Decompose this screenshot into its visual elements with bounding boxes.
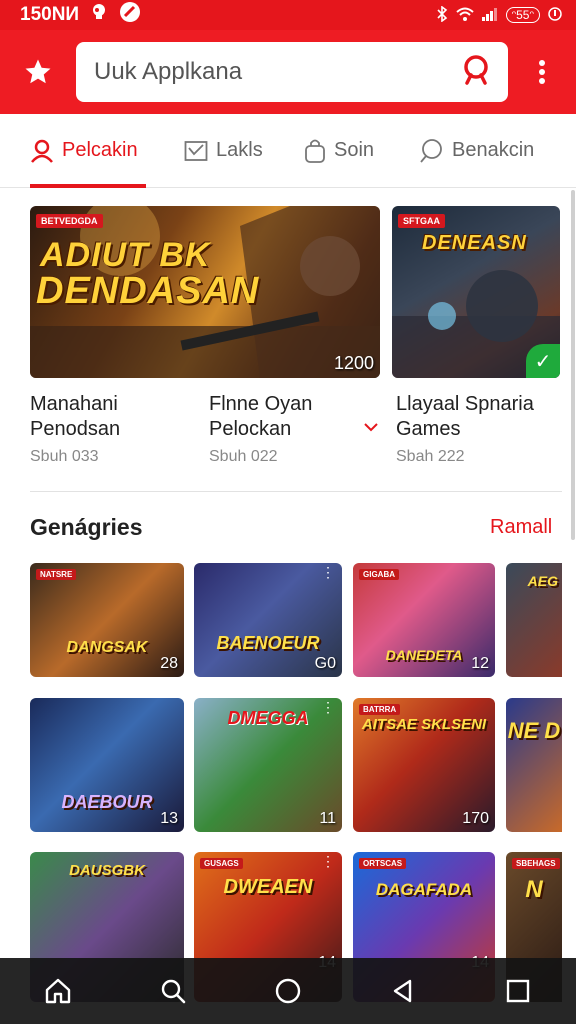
tile-count: 12 — [471, 655, 489, 672]
category-tabs: Pelcakin Lakls Soin Benakcin — [0, 114, 576, 188]
search-icon — [161, 979, 186, 1004]
bag-icon — [305, 139, 325, 163]
square-recents-icon — [507, 979, 530, 1003]
tile-tag: GUSAGS — [200, 858, 243, 869]
tab-soin[interactable]: Soin — [304, 114, 374, 188]
tile-count: 28 — [160, 655, 178, 672]
more-icon[interactable]: ⋮ — [321, 565, 335, 579]
tab-label: Pelcakin — [62, 139, 138, 161]
game-tile[interactable]: AEG — [506, 563, 562, 677]
search-bar[interactable] — [76, 42, 508, 102]
title-line: Llayaal Spnaria — [396, 393, 534, 415]
nav-back-button[interactable] — [373, 961, 433, 1021]
tab-pelcakin[interactable]: Pelcakin — [30, 114, 146, 188]
game-tile[interactable]: NE D — [506, 698, 562, 832]
circle-home-icon — [275, 978, 301, 1004]
tile-tag: GIGABA — [359, 569, 399, 580]
featured-title-2[interactable]: Flnne Oyan Pelockan — [209, 392, 312, 442]
more-icon[interactable]: ⋮ — [321, 854, 335, 868]
featured-count: 1200 — [333, 353, 374, 373]
battery-icon — [548, 6, 562, 25]
nav-recents-button[interactable] — [488, 961, 548, 1021]
favorites-button[interactable] — [0, 30, 76, 114]
tab-label: Lakls — [216, 139, 263, 161]
nav-home-button[interactable] — [28, 961, 88, 1021]
scrollbar[interactable] — [571, 190, 575, 540]
game-tile[interactable]: DAEBOUR 13 — [30, 698, 184, 832]
tile-tag: SBEHAGS — [512, 858, 560, 869]
bottom-navigation — [0, 958, 576, 1024]
chat-icon — [420, 138, 442, 163]
title-line: Pelockan — [209, 418, 292, 440]
tile-logo: DAUSGBK — [69, 862, 145, 879]
status-right-text: ᵔ55ᵔ — [505, 7, 540, 23]
inbox-icon — [184, 140, 208, 161]
wifi-icon — [455, 7, 474, 24]
tile-tag: NATSRE — [36, 569, 77, 580]
featured-card-3[interactable]: SFTGAA DENEASN ✓ — [392, 206, 560, 378]
kebab-menu-icon — [539, 60, 545, 84]
game-tile[interactable]: ⋮ BAENOEUR G0 — [194, 563, 342, 677]
bluetooth-icon — [436, 4, 448, 25]
more-options-button[interactable] — [508, 30, 576, 114]
featured-title-3[interactable]: Llayaal Spnaria Games — [396, 392, 534, 442]
section-divider — [30, 491, 562, 492]
featured-card-1[interactable]: BETVEDGDA ADIUT BK DENDASAN 1200 — [30, 206, 380, 378]
chevron-down-icon[interactable] — [364, 416, 378, 437]
see-all-link[interactable]: Ramall — [490, 516, 552, 539]
tile-tag: ORTSCAS — [359, 858, 407, 869]
tile-count: 13 — [160, 810, 178, 827]
featured-subtitle-2: Sbuh 022 — [209, 448, 278, 465]
back-triangle-icon — [393, 979, 412, 1003]
tile-logo: AEG — [527, 573, 558, 589]
app-header — [0, 30, 576, 114]
signal-icon — [481, 7, 498, 24]
game-logo-line2: DENDASAN — [36, 270, 260, 312]
featured-subtitle-3: Sbah 222 — [396, 448, 465, 465]
tile-count: 11 — [319, 810, 336, 827]
link-icon — [119, 1, 141, 29]
featured-title-1[interactable]: Manahani Penodsan — [30, 392, 120, 442]
tile-logo: NE D — [507, 718, 561, 743]
tab-lakls[interactable]: Lakls — [184, 114, 263, 188]
tile-count: G0 — [314, 655, 336, 672]
section-title: Genágries — [30, 514, 143, 540]
featured-tag: SFTGAA — [398, 214, 445, 228]
title-line: Manahani — [30, 393, 118, 415]
tile-logo: DWEAEN — [223, 876, 313, 898]
verified-check-icon: ✓ — [526, 344, 560, 378]
featured-subtitle-1: Sbuh 033 — [30, 448, 99, 465]
game-tile[interactable]: NATSRE DANGSAK 28 — [30, 563, 184, 677]
search-icon[interactable] — [460, 53, 494, 92]
status-bar: 150NИ ᵔ55ᵔ — [0, 0, 576, 30]
nav-search-button[interactable] — [143, 961, 203, 1021]
tab-label: Soin — [334, 139, 375, 161]
nav-home-circle-button[interactable] — [258, 961, 318, 1021]
person-icon — [31, 139, 53, 163]
search-input[interactable] — [94, 58, 434, 86]
tab-label: Benakcin — [452, 139, 535, 161]
tile-count: 170 — [462, 810, 489, 827]
status-time: 150NИ — [20, 4, 80, 25]
notification-icon — [89, 2, 109, 28]
home-icon — [45, 978, 70, 1004]
tile-tag: BATRRA — [359, 704, 401, 715]
game-tile[interactable]: ⋮ DMEGGA 11 — [194, 698, 342, 832]
title-line: Games — [396, 418, 461, 440]
tile-logo: N — [525, 876, 543, 903]
game-logo: DENEASN — [422, 232, 527, 254]
title-line: Penodsan — [30, 418, 121, 440]
tile-logo: BAENOEUR — [216, 633, 320, 653]
star-icon — [25, 59, 51, 84]
tab-benakcin[interactable]: Benakcin — [418, 114, 534, 188]
game-tile[interactable]: GIGABA DANEDETA 12 — [353, 563, 495, 677]
featured-tag: BETVEDGDA — [36, 214, 103, 228]
game-tile[interactable]: BATRRA AITSAE SKLSENI 170 — [353, 698, 495, 832]
tile-logo: DAGAFADA — [375, 880, 473, 899]
tile-logo: DMEGGA — [227, 708, 309, 728]
title-line: Flnne Oyan — [209, 393, 313, 415]
active-tab-indicator — [30, 183, 146, 188]
tile-logo: AITSAE SKLSENI — [361, 716, 487, 733]
